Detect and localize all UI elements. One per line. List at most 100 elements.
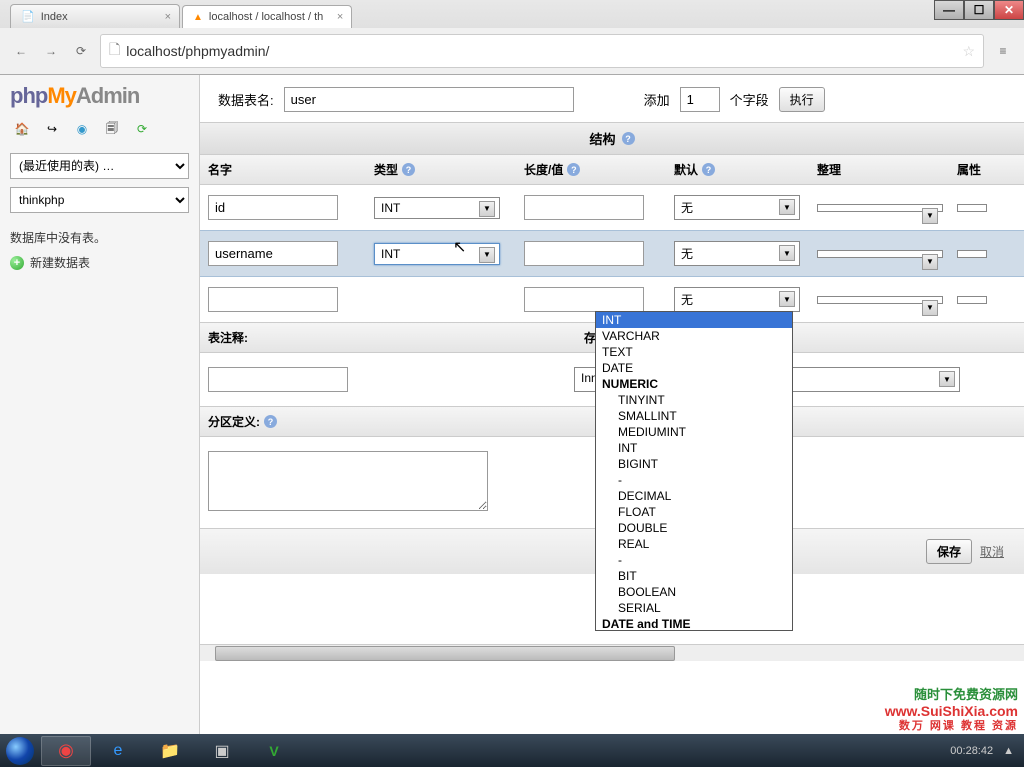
browser-tab-0[interactable]: 📄 Index × [10, 4, 180, 28]
tab-favicon: 📄 [21, 10, 35, 23]
taskbar-ie[interactable]: e [93, 736, 143, 766]
taskbar-chrome[interactable]: ◉ [41, 736, 91, 766]
field-collation-select[interactable]: ▼ [817, 204, 943, 212]
field-collation-select[interactable]: ▼ [817, 250, 943, 258]
dropdown-option[interactable]: SERIAL [596, 600, 792, 616]
dropdown-option[interactable]: BIGINT [596, 456, 792, 472]
database-select[interactable]: thinkphp [10, 187, 189, 213]
help-icon[interactable]: ? [567, 163, 580, 176]
close-icon[interactable]: × [165, 11, 171, 23]
url-input[interactable]: 🗋 localhost/phpmyadmin/ ☆ [100, 34, 984, 68]
recent-tables-select[interactable]: (最近使用的表) … [10, 153, 189, 179]
dropdown-option[interactable]: FLOAT [596, 504, 792, 520]
field-attr-select[interactable] [957, 250, 987, 258]
reload-button[interactable]: ⟳ [70, 40, 92, 62]
page-icon: 🗋 [109, 39, 120, 63]
dropdown-option[interactable]: DOUBLE [596, 520, 792, 536]
scrollbar-thumb[interactable] [215, 646, 675, 661]
fields-label: 个字段 [730, 90, 769, 109]
chevron-down-icon: ▼ [479, 247, 495, 263]
save-button[interactable]: 保存 [926, 539, 972, 564]
chevron-down-icon: ▼ [922, 208, 938, 224]
partition-textarea[interactable] [208, 451, 488, 511]
dropdown-option[interactable]: DATE [596, 360, 792, 376]
field-attr-select[interactable] [957, 204, 987, 212]
dropdown-option[interactable]: BOOLEAN [596, 584, 792, 600]
tab-favicon: ▲ [193, 12, 203, 23]
go-button[interactable]: 执行 [779, 87, 825, 112]
url-text: localhost/phpmyadmin/ [126, 43, 269, 59]
reload-icon[interactable]: ⟳ [134, 121, 150, 137]
add-count-input[interactable] [680, 87, 720, 112]
home-icon[interactable]: 🏠 [14, 121, 30, 137]
help-icon[interactable]: ? [402, 163, 415, 176]
browser-tab-1[interactable]: ▲ localhost / localhost / th × [182, 5, 352, 28]
header-type: 类型? [366, 155, 516, 184]
dropdown-option[interactable]: - [596, 472, 792, 488]
field-attr-select[interactable] [957, 296, 987, 304]
field-name-input[interactable] [208, 195, 338, 220]
field-length-input[interactable] [524, 195, 644, 220]
dropdown-option[interactable]: MEDIUMINT [596, 424, 792, 440]
query-icon[interactable]: ◉ [74, 121, 90, 137]
new-table-link[interactable]: + 新建数据表 [10, 254, 189, 271]
field-collation-select[interactable]: ▼ [817, 296, 943, 304]
back-button[interactable]: ← [10, 40, 32, 62]
comment-input[interactable] [208, 367, 348, 392]
docs-icon[interactable]: 🗐 [104, 121, 120, 137]
help-icon[interactable]: ? [622, 132, 635, 145]
dropdown-option[interactable]: TINYINT [596, 392, 792, 408]
bookmark-icon[interactable]: ☆ [962, 43, 975, 60]
main-content: 数据表名: 添加 个字段 执行 结构 ? 名字 类型? 长度/值? 默认? 整理… [200, 75, 1024, 742]
field-row: INT▼ 无▼ ▼ [200, 230, 1024, 277]
dropdown-option[interactable]: DECIMAL [596, 488, 792, 504]
field-default-select[interactable]: 无▼ [674, 287, 800, 312]
menu-button[interactable]: ≡ [992, 40, 1014, 62]
taskbar-vim[interactable]: V [249, 736, 299, 766]
table-name-input[interactable] [284, 87, 574, 112]
type-dropdown-popup[interactable]: INTVARCHARTEXTDATENUMERICTINYINTSMALLINT… [595, 311, 793, 631]
field-type-select[interactable]: INT▼ [374, 197, 500, 219]
dropdown-option[interactable]: SMALLINT [596, 408, 792, 424]
field-length-input[interactable] [524, 241, 644, 266]
dropdown-option[interactable]: REAL [596, 536, 792, 552]
field-name-input[interactable] [208, 241, 338, 266]
tab-title: localhost / localhost / th [209, 11, 323, 23]
horizontal-scrollbar[interactable] [200, 644, 1024, 661]
header-attributes: 属性 [949, 155, 1009, 184]
taskbar-app[interactable]: ▣ [197, 736, 247, 766]
close-icon[interactable]: × [337, 11, 343, 23]
dropdown-option[interactable]: INT [596, 312, 792, 328]
start-button[interactable] [0, 734, 40, 767]
chevron-down-icon: ▼ [779, 199, 795, 215]
taskbar: ◉ e 📁 ▣ V 00:28:42 ▲ [0, 734, 1024, 767]
field-type-select[interactable]: INT▼ [374, 243, 500, 265]
chevron-down-icon: ▼ [922, 300, 938, 316]
field-default-select[interactable]: 无▼ [674, 195, 800, 220]
dropdown-option[interactable]: TEXT [596, 344, 792, 360]
help-icon[interactable]: ? [702, 163, 715, 176]
window-close-button[interactable]: ✕ [994, 0, 1024, 20]
header-name: 名字 [200, 155, 366, 184]
taskbar-explorer[interactable]: 📁 [145, 736, 195, 766]
help-icon[interactable]: ? [264, 415, 277, 428]
chevron-down-icon: ▼ [939, 371, 955, 387]
window-minimize-button[interactable]: — [934, 0, 964, 20]
structure-header: 结构 ? [200, 122, 1024, 155]
window-maximize-button[interactable]: ☐ [964, 0, 994, 20]
field-length-input[interactable] [524, 287, 644, 312]
field-name-input[interactable] [208, 287, 338, 312]
cancel-link[interactable]: 取消 [980, 543, 1004, 560]
table-name-label: 数据表名: [218, 90, 274, 109]
forward-button[interactable]: → [40, 40, 62, 62]
dropdown-option[interactable]: BIT [596, 568, 792, 584]
field-default-select[interactable]: 无▼ [674, 241, 800, 266]
dropdown-option[interactable]: - [596, 552, 792, 568]
column-headers: 名字 类型? 长度/值? 默认? 整理 属性 [200, 155, 1024, 185]
dropdown-option: NUMERIC [596, 376, 792, 392]
tray-icon[interactable]: ▲ [1003, 745, 1014, 757]
dropdown-option[interactable]: VARCHAR [596, 328, 792, 344]
chevron-down-icon: ▼ [779, 245, 795, 261]
logout-icon[interactable]: ↪ [44, 121, 60, 137]
dropdown-option[interactable]: INT [596, 440, 792, 456]
